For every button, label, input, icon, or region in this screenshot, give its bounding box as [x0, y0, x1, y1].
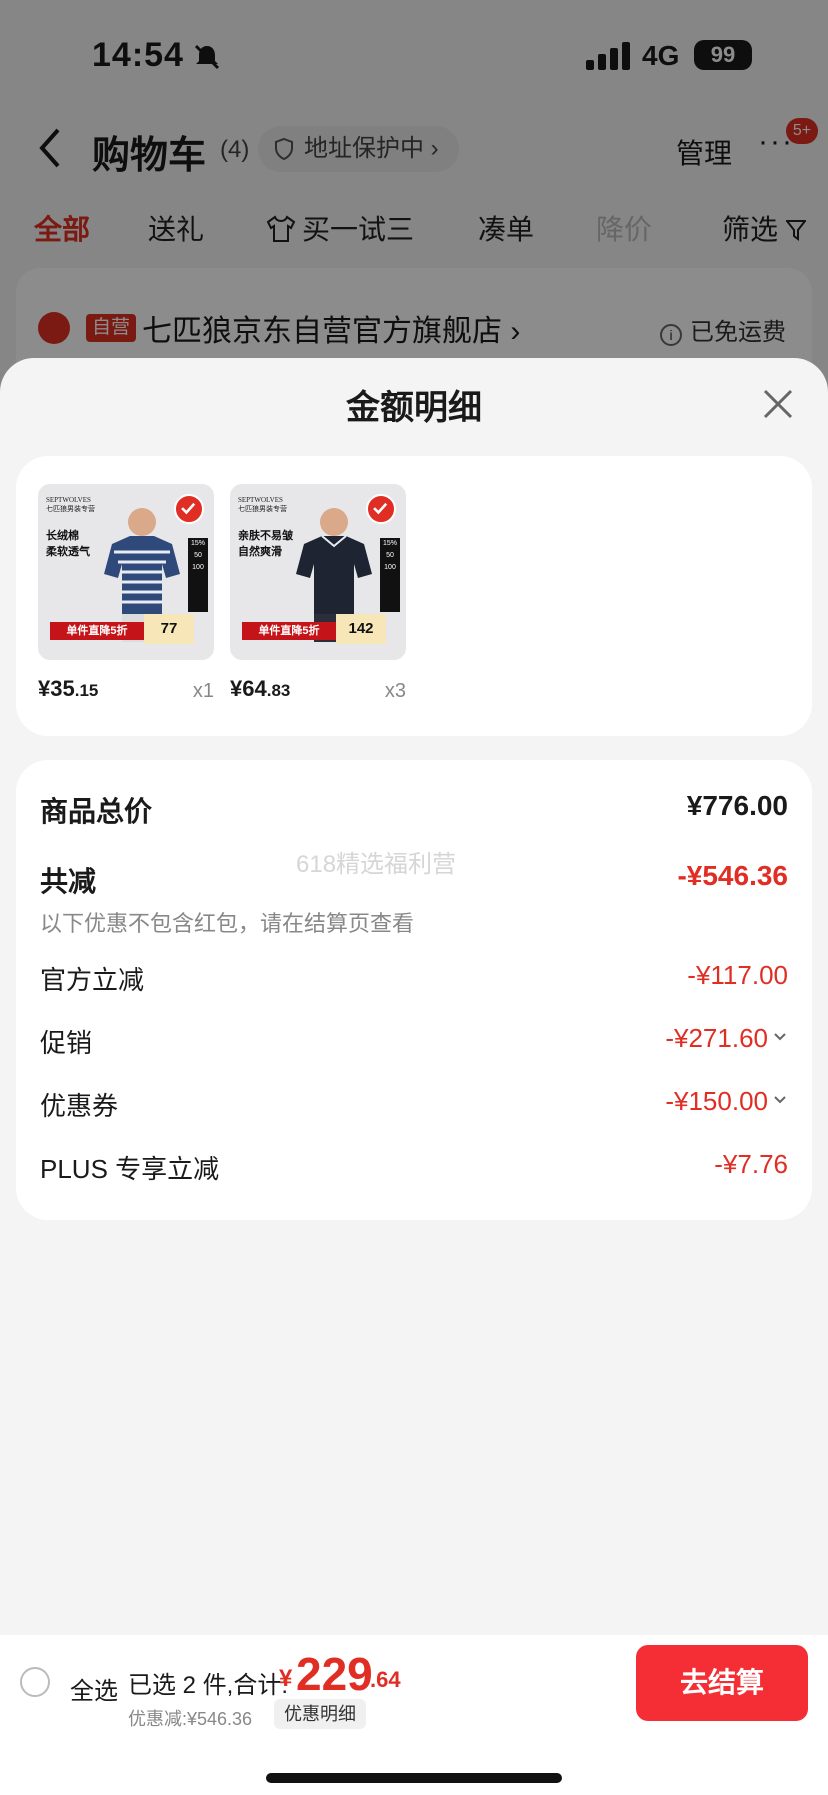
product-quantity: x1 — [192, 680, 214, 702]
product-image-price: 77 — [144, 614, 194, 644]
discount-row-official: 官方立减 -¥117.00 — [40, 960, 788, 1000]
product-item[interactable]: SEPTWOLVES 七匹狼男装专营 长绒棉 柔软透气 15% 50 100 单… — [38, 484, 214, 702]
chevron-down-icon[interactable] — [772, 1092, 788, 1108]
total-reduction-row: 共减 -¥546.36 — [40, 860, 788, 900]
discount-row-plus: PLUS 专享立减 -¥7.76 — [40, 1149, 788, 1189]
discount-summary: 优惠减:¥546.36 — [128, 1709, 253, 1729]
total-reduction-label: 共减 — [40, 866, 97, 897]
discount-value-wrap: -¥150.00 — [665, 1086, 788, 1117]
dim-overlay[interactable] — [0, 0, 828, 400]
product-item[interactable]: SEPTWOLVES 七匹狼男装专营 亲肤不易皱 自然爽滑 15% 50 100… — [230, 484, 406, 702]
checkout-bar: 全选 已选 2 件,合计: ¥ 229 .64 优惠减:¥546.36 优惠明细… — [0, 1635, 828, 1795]
home-indicator — [266, 1773, 562, 1783]
discount-value: -¥150.00 — [665, 1086, 768, 1116]
select-all-label[interactable]: 全选 — [70, 1671, 118, 1706]
product-image-price: 142 — [336, 614, 386, 644]
sheet-title: 金额明细 — [346, 389, 482, 427]
product-image: SEPTWOLVES 七匹狼男装专营 亲肤不易皱 自然爽滑 15% 50 100… — [230, 484, 406, 660]
product-brand: SEPTWOLVES 七匹狼男装专营 — [46, 496, 95, 513]
discount-detail-button[interactable]: 优惠明细 — [274, 1699, 366, 1729]
selected-products-card: SEPTWOLVES 七匹狼男装专营 长绒棉 柔软透气 15% 50 100 单… — [16, 456, 812, 736]
product-promo-strip: 单件直降5折 — [242, 622, 336, 640]
discount-value: -¥117.00 — [687, 960, 788, 990]
product-price: ¥35.15 — [38, 676, 98, 702]
product-checked-icon[interactable] — [366, 494, 396, 524]
select-all-radio[interactable] — [20, 1667, 50, 1697]
product-discount-badge: 15% 50 100 — [188, 538, 208, 612]
product-price-int: ¥64 — [230, 676, 267, 701]
product-promo-strip: 单件直降5折 — [50, 622, 144, 640]
selected-summary: 已选 2 件,合计: — [128, 1672, 289, 1699]
discount-row-coupon[interactable]: 优惠券 -¥150.00 — [40, 1086, 788, 1126]
total-amount-dec: .64 — [370, 1667, 401, 1692]
product-price-int: ¥35 — [38, 676, 75, 701]
product-checked-icon[interactable] — [174, 494, 204, 524]
product-features: 长绒棉 柔软透气 — [46, 530, 90, 558]
product-quantity: x3 — [384, 680, 406, 702]
checkout-button[interactable]: 去结算 — [636, 1645, 808, 1721]
discount-label: 优惠券 — [40, 1091, 119, 1121]
total-reduction-value: -¥546.36 — [677, 860, 788, 891]
total-amount-int: 229 — [296, 1648, 373, 1700]
total-price-label: 商品总价 — [40, 796, 153, 827]
discount-label: 促销 — [40, 1028, 93, 1058]
discount-label: PLUS 专享立减 — [40, 1154, 220, 1184]
discount-value: -¥7.76 — [714, 1149, 788, 1179]
reduction-note: 以下优惠不包含红包，请在结算页查看 — [40, 911, 415, 936]
price-breakdown-card: 商品总价 ¥776.00 618精选福利营 共减 -¥546.36 以下优惠不包… — [16, 760, 812, 1220]
product-price: ¥64.83 — [230, 676, 290, 702]
discount-value-wrap: -¥271.60 — [665, 1023, 788, 1054]
total-price-row: 商品总价 ¥776.00 — [40, 790, 788, 830]
discount-value: -¥271.60 — [665, 1023, 768, 1053]
total-price-value: ¥776.00 — [686, 790, 788, 821]
product-brand: SEPTWOLVES 七匹狼男装专营 — [238, 496, 287, 513]
product-price-dec: .15 — [74, 681, 99, 700]
product-image: SEPTWOLVES 七匹狼男装专营 长绒棉 柔软透气 15% 50 100 单… — [38, 484, 214, 660]
discount-label: 官方立减 — [40, 965, 145, 995]
total-currency: ¥ — [279, 1665, 293, 1692]
chevron-down-icon[interactable] — [772, 1029, 788, 1045]
close-icon[interactable] — [762, 388, 794, 420]
discount-row-promotion[interactable]: 促销 -¥271.60 — [40, 1023, 788, 1063]
product-discount-badge: 15% 50 100 — [380, 538, 400, 612]
price-detail-sheet: 金额明细 SEPTWOLVES 七匹狼男装专营 长绒棉 柔软透气 15% 50 … — [0, 358, 828, 1635]
product-price-dec: .83 — [266, 681, 291, 700]
